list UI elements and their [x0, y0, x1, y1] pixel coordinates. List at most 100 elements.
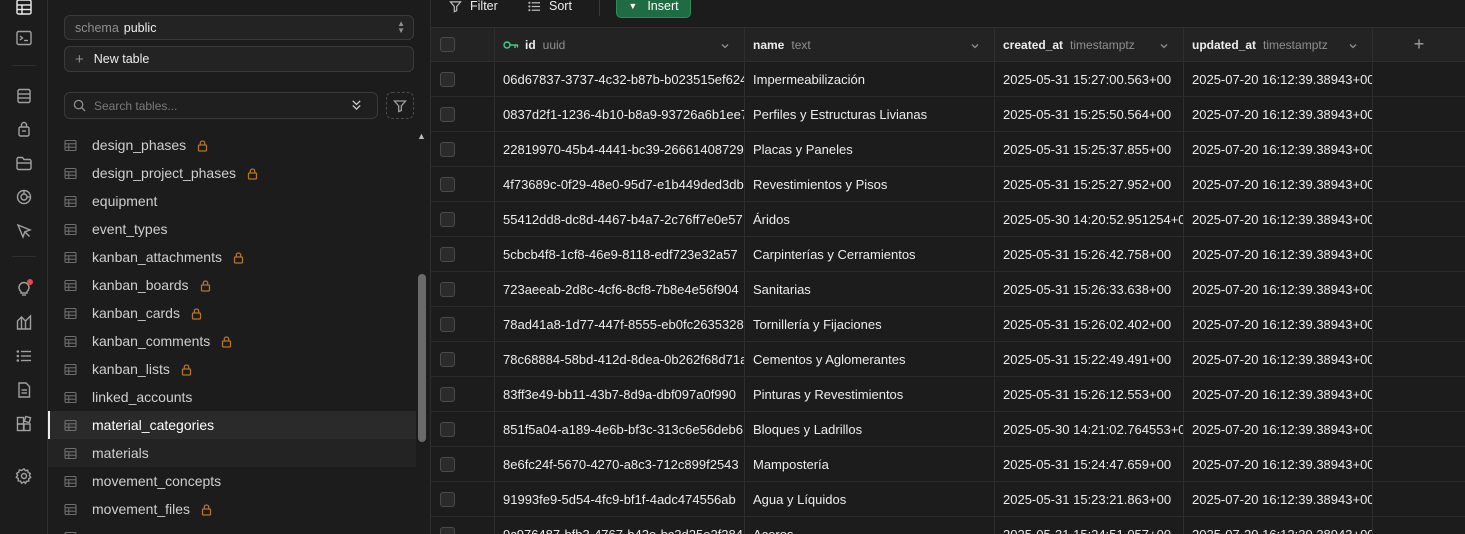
- table-row[interactable]: 9c976487-bfb3-4767-b42e-bc2d25e2f284 Acer…: [431, 517, 1465, 534]
- table-list-item[interactable]: movement_concepts: [48, 467, 416, 495]
- chevron-down-icon[interactable]: [970, 39, 980, 54]
- cell-updated-at[interactable]: 2025-07-20 16:12:39.38943+00: [1184, 202, 1373, 236]
- table-row[interactable]: 723aeeab-2d8c-4cf6-8cf8-7b8e4e56f904 Sani…: [431, 272, 1465, 307]
- cell-id[interactable]: 06d67837-3737-4c32-b87b-b023515ef624: [495, 62, 745, 96]
- chevron-down-icon[interactable]: [1159, 39, 1169, 54]
- insert-button[interactable]: ▼ Insert: [616, 0, 691, 18]
- cell-id[interactable]: 0837d2f1-1236-4b10-b8a9-93726a6b1ee7: [495, 97, 745, 131]
- chevron-down-icon[interactable]: [1348, 39, 1358, 54]
- cell-created-at[interactable]: 2025-05-31 15:25:27.952+00: [995, 167, 1184, 201]
- cell-id[interactable]: 83ff3e49-bb11-43b7-8d9a-dbf097a0f990: [495, 377, 745, 411]
- advisors-icon[interactable]: [12, 276, 36, 300]
- cell-updated-at[interactable]: 2025-07-20 16:12:39.38943+00: [1184, 237, 1373, 271]
- cell-name[interactable]: Mampostería: [745, 447, 995, 481]
- table-list-item[interactable]: kanban_attachments: [48, 243, 416, 271]
- row-checkbox[interactable]: [439, 526, 455, 534]
- table-list-item[interactable]: equipment: [48, 187, 416, 215]
- cell-name[interactable]: Tornillería y Fijaciones: [745, 307, 995, 341]
- row-checkbox[interactable]: [439, 316, 455, 332]
- cell-name[interactable]: Revestimientos y Pisos: [745, 167, 995, 201]
- new-table-button[interactable]: + New table: [64, 46, 414, 72]
- cell-updated-at[interactable]: 2025-07-20 16:12:39.38943+00: [1184, 482, 1373, 516]
- row-checkbox[interactable]: [439, 386, 455, 402]
- column-header-name[interactable]: name text: [745, 28, 995, 61]
- cell-created-at[interactable]: 2025-05-31 15:26:02.402+00: [995, 307, 1184, 341]
- select-all-checkbox[interactable]: [439, 37, 455, 52]
- cell-updated-at[interactable]: 2025-07-20 16:12:39.38943+00: [1184, 62, 1373, 96]
- reports-icon[interactable]: [12, 310, 36, 334]
- table-list-item[interactable]: design_project_phases: [48, 159, 416, 187]
- table-row[interactable]: 06d67837-3737-4c32-b87b-b023515ef624 Impe…: [431, 62, 1465, 97]
- search-tables-input[interactable]: Search tables...: [64, 92, 378, 119]
- cell-id[interactable]: 55412dd8-dc8d-4467-b4a7-2c76ff7e0e57: [495, 202, 745, 236]
- edge-functions-icon[interactable]: [12, 219, 36, 243]
- cell-id[interactable]: 723aeeab-2d8c-4cf6-8cf8-7b8e4e56f904: [495, 272, 745, 306]
- cell-id[interactable]: 8e6fc24f-5670-4270-a8c3-712c899f2543: [495, 447, 745, 481]
- cell-updated-at[interactable]: 2025-07-20 16:12:39.38943+00: [1184, 167, 1373, 201]
- row-checkbox[interactable]: [439, 281, 455, 297]
- cell-created-at[interactable]: 2025-05-31 15:27:00.563+00: [995, 62, 1184, 96]
- cell-id[interactable]: 4f73689c-0f29-48e0-95d7-e1b449ded3db: [495, 167, 745, 201]
- cell-created-at[interactable]: 2025-05-31 15:25:37.855+00: [995, 132, 1184, 166]
- cell-name[interactable]: Carpinterías y Cerramientos: [745, 237, 995, 271]
- scrollbar-thumb[interactable]: [418, 274, 426, 442]
- row-checkbox[interactable]: [439, 106, 455, 122]
- table-row[interactable]: 0837d2f1-1236-4b10-b8a9-93726a6b1ee7 Perf…: [431, 97, 1465, 132]
- table-list-item[interactable]: materials: [48, 439, 416, 467]
- cell-name[interactable]: Pinturas y Revestimientos: [745, 377, 995, 411]
- realtime-icon[interactable]: [12, 185, 36, 209]
- table-list-item[interactable]: event_types: [48, 215, 416, 243]
- cell-id[interactable]: 9c976487-bfb3-4767-b42e-bc2d25e2f284: [495, 517, 745, 534]
- row-checkbox[interactable]: [439, 211, 455, 227]
- cell-name[interactable]: Perfiles y Estructuras Livianas: [745, 97, 995, 131]
- cell-created-at[interactable]: 2025-05-31 15:22:49.491+00: [995, 342, 1184, 376]
- sql-editor-icon[interactable]: [12, 26, 36, 50]
- cell-id[interactable]: 78c68884-58bd-412d-8dea-0b262f68d71a: [495, 342, 745, 376]
- filter-button[interactable]: Filter: [449, 0, 498, 18]
- row-checkbox[interactable]: [439, 421, 455, 437]
- schema-selector[interactable]: schema public ▲ ▼: [64, 15, 414, 40]
- table-row[interactable]: 5cbcb4f8-1cf8-46e9-8118-edf723e32a57 Carp…: [431, 237, 1465, 272]
- column-header-updated-at[interactable]: updated_at timestamptz: [1184, 28, 1373, 61]
- cell-created-at[interactable]: 2025-05-31 15:24:51.057+00: [995, 517, 1184, 534]
- table-list-item[interactable]: linked_accounts: [48, 383, 416, 411]
- table-list-item[interactable]: movement_files: [48, 495, 416, 523]
- table-row[interactable]: 78ad41a8-1d77-447f-8555-eb0fc2635328 Torn…: [431, 307, 1465, 342]
- cell-id[interactable]: 851f5a04-a189-4e6b-bf3c-313c6e56deb6: [495, 412, 745, 446]
- row-checkbox[interactable]: [439, 456, 455, 472]
- table-row[interactable]: 83ff3e49-bb11-43b7-8d9a-dbf097a0f990 Pint…: [431, 377, 1465, 412]
- column-header-created-at[interactable]: created_at timestamptz: [995, 28, 1184, 61]
- settings-icon[interactable]: [12, 464, 36, 488]
- cell-updated-at[interactable]: 2025-07-20 16:12:39.38943+00: [1184, 307, 1373, 341]
- tables-scrollbar[interactable]: ▲: [416, 131, 428, 534]
- cell-created-at[interactable]: 2025-05-31 15:24:47.659+00: [995, 447, 1184, 481]
- cell-created-at[interactable]: 2025-05-31 15:26:42.758+00: [995, 237, 1184, 271]
- cell-updated-at[interactable]: 2025-07-20 16:12:39.38943+00: [1184, 132, 1373, 166]
- cell-updated-at[interactable]: 2025-07-20 16:12:39.38943+00: [1184, 517, 1373, 534]
- table-list-item[interactable]: kanban_boards: [48, 271, 416, 299]
- row-checkbox[interactable]: [439, 141, 455, 157]
- cell-name[interactable]: Sanitarias: [745, 272, 995, 306]
- cell-name[interactable]: Aceros: [745, 517, 995, 534]
- database-icon[interactable]: [12, 84, 36, 108]
- table-row[interactable]: 851f5a04-a189-4e6b-bf3c-313c6e56deb6 Bloq…: [431, 412, 1465, 447]
- add-column-button[interactable]: +: [1373, 28, 1465, 61]
- scroll-up-arrow-icon[interactable]: ▲: [417, 131, 426, 141]
- cell-updated-at[interactable]: 2025-07-20 16:12:39.38943+00: [1184, 377, 1373, 411]
- cell-name[interactable]: Placas y Paneles: [745, 132, 995, 166]
- storage-icon[interactable]: [12, 151, 36, 175]
- api-docs-icon[interactable]: [12, 378, 36, 402]
- cell-name[interactable]: Bloques y Ladrillos: [745, 412, 995, 446]
- table-row[interactable]: 55412dd8-dc8d-4467-b4a7-2c76ff7e0e57 Árid…: [431, 202, 1465, 237]
- column-header-id[interactable]: id uuid: [495, 28, 745, 61]
- sort-button[interactable]: Sort: [528, 0, 572, 18]
- row-checkbox[interactable]: [439, 71, 455, 87]
- chevron-down-icon[interactable]: [720, 39, 730, 54]
- cell-id[interactable]: 5cbcb4f8-1cf8-46e9-8118-edf723e32a57: [495, 237, 745, 271]
- cell-created-at[interactable]: 2025-05-30 14:21:02.764553+00: [995, 412, 1184, 446]
- cell-id[interactable]: 22819970-45b4-4441-bc39-266614087295: [495, 132, 745, 166]
- cell-name[interactable]: Áridos: [745, 202, 995, 236]
- table-list-item[interactable]: kanban_lists: [48, 355, 416, 383]
- table-editor-icon[interactable]: [12, 0, 36, 19]
- table-row[interactable]: 91993fe9-5d54-4fc9-bf1f-4adc474556ab Agua…: [431, 482, 1465, 517]
